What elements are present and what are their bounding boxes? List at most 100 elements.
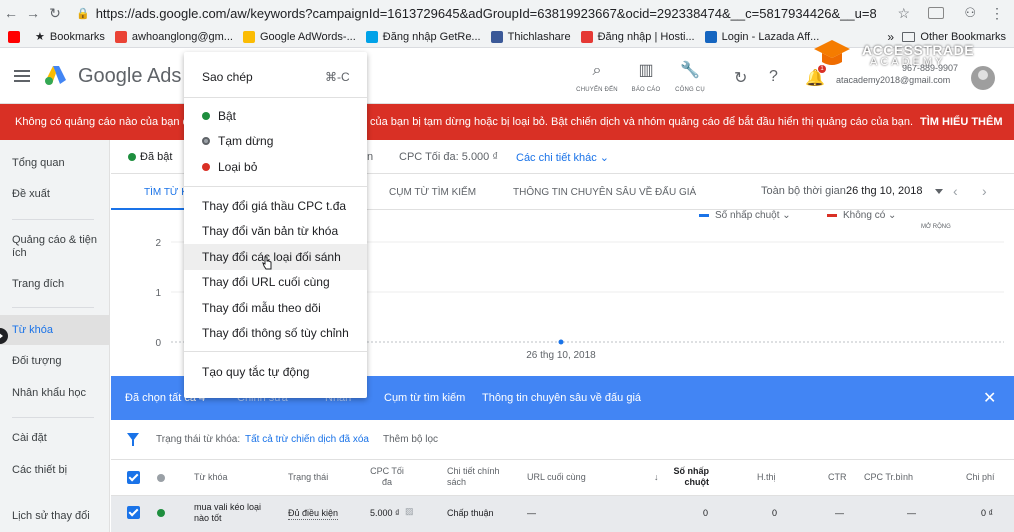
legend-none[interactable]: Không có ⌄ — [827, 210, 896, 221]
data-point[interactable] — [558, 339, 564, 345]
back-icon[interactable]: ← — [0, 5, 22, 21]
sidebar-item-keywords[interactable]: Từ khóa — [0, 315, 110, 345]
refresh-icon[interactable]: ↻ — [734, 68, 747, 88]
bookmark-label: Bookmarks — [49, 30, 105, 43]
bookmark-hosting[interactable]: Đăng nhập | Hosti... — [580, 30, 695, 43]
lock-icon: 🔒 — [76, 7, 90, 20]
menu-divider — [184, 186, 367, 187]
goto-label: CHUYỂN ĐẾN — [576, 87, 618, 93]
bulk-edit-menu: Sao chép ⌘-C Bật Tạm dừng Loại bỏ Thay đ… — [184, 52, 367, 398]
menu-remove[interactable]: Loại bỏ — [218, 160, 257, 174]
sidebar-item-overview[interactable]: Tổng quan — [12, 157, 104, 170]
learn-more-button[interactable]: TÌM HIỂU THÊM — [920, 116, 1003, 128]
status-dot-enabled[interactable] — [157, 509, 165, 517]
bookmark-gmail[interactable]: awhoanglong@gm... — [114, 30, 233, 43]
google-ads-logo — [45, 66, 66, 85]
sidebar-item-ads-extensions[interactable]: Quảng cáo & tiện ích — [12, 234, 104, 260]
col-max-cpc[interactable]: CPC Tối đa — [367, 466, 407, 488]
add-filter-button[interactable]: Thêm bộ lọc — [383, 434, 438, 445]
col-impressions[interactable]: H.thị — [757, 472, 776, 483]
extension-icon-2[interactable]: ⚇ — [964, 5, 976, 21]
address-bar[interactable]: https://ads.google.com/aw/keywords?campa… — [96, 6, 876, 21]
auction-insights-button[interactable]: Thông tin chuyên sâu về đấu giá — [482, 392, 641, 404]
tab-keywords[interactable]: TÌM TỪ K — [144, 187, 188, 198]
goto-button[interactable]: ⌕ CHUYỂN ĐẾN — [576, 62, 618, 94]
sidebar-item-audiences[interactable]: Đối tượng — [12, 355, 104, 368]
menu-create-automated-rule[interactable]: Tạo quy tắc tự động — [202, 365, 309, 379]
chevron-right-icon[interactable]: › — [982, 183, 987, 199]
caret-down-icon[interactable] — [935, 189, 943, 194]
reports-button[interactable]: ▥ BÁO CÁO — [625, 62, 667, 94]
bookmark-folder[interactable]: ★ Bookmarks — [35, 30, 105, 44]
sidebar-item-demographics[interactable]: Nhân khẩu học — [12, 387, 104, 400]
col-policy[interactable]: Chi tiết chính sách — [447, 466, 509, 488]
filter-icon[interactable] — [127, 433, 139, 446]
alert-text-left: Không có quảng cáo nào của bạn đa — [15, 116, 195, 128]
menu-change-max-cpc[interactable]: Thay đổi giá thầu CPC t.đa — [202, 199, 346, 213]
chevron-left-icon[interactable]: ‹ — [953, 183, 958, 199]
help-icon[interactable]: ? — [769, 68, 778, 86]
menu-copy[interactable]: Sao chép — [202, 70, 253, 84]
search-terms-button[interactable]: Cụm từ tìm kiếm — [384, 392, 465, 404]
sidebar-item-settings[interactable]: Cài đặt — [12, 432, 104, 445]
extension-icon[interactable] — [928, 7, 944, 19]
reload-icon[interactable]: ↻ — [44, 5, 66, 22]
col-clicks[interactable]: Số nhấp chuột — [667, 466, 710, 488]
sidebar-item-landing-pages[interactable]: Trang đích — [12, 278, 104, 291]
bookmark-thichlashare[interactable]: Thichlashare — [490, 30, 571, 43]
account-email: atacademy2018@gmail.com — [836, 75, 951, 85]
menu-icon[interactable] — [14, 70, 30, 82]
legend-swatch — [827, 213, 837, 217]
col-final-url[interactable]: URL cuối cùng — [527, 472, 586, 483]
cell-avg-cpc: — — [907, 508, 916, 518]
table-row[interactable]: mua vali kéo loại nào tốt Đủ điều kiện 5… — [111, 496, 1014, 532]
tab-auction-insights[interactable]: THÔNG TIN CHUYÊN SÂU VỀ ĐẤU GIÁ — [513, 187, 696, 198]
sidebar-item-change-history[interactable]: Lịch sử thay đổi — [12, 510, 104, 523]
copy-shortcut: ⌘-C — [325, 70, 350, 84]
sidebar-item-devices[interactable]: Các thiết bị — [12, 464, 104, 477]
cell-status[interactable]: Đủ điều kiện — [288, 508, 339, 520]
star-icon[interactable]: ☆ — [897, 5, 910, 22]
bookmark-getresponse[interactable]: Đăng nhập GetRe... — [365, 30, 481, 43]
menu-pause[interactable]: Tạm dừng — [218, 134, 273, 148]
filter-value[interactable]: Tất cả trừ chiến dịch đã xóa — [245, 434, 369, 445]
col-keyword[interactable]: Từ khóa — [194, 472, 228, 483]
tools-button[interactable]: 🔧 CÔNG CỤ — [669, 62, 711, 94]
menu-enable[interactable]: Bật — [218, 109, 236, 123]
chart-mini-icon[interactable]: ▨ — [405, 506, 414, 517]
col-status[interactable]: Trạng thái — [288, 472, 328, 483]
legend-clicks[interactable]: Số nhấp chuột ⌄ — [699, 210, 791, 221]
table-header: Từ khóa Trạng thái CPC Tối đa Chi tiết c… — [111, 460, 1014, 496]
cell-clicks: 0 — [703, 508, 709, 518]
col-cost[interactable]: Chi phí — [966, 472, 995, 483]
bookmark-label: Thichlashare — [507, 30, 571, 43]
cell-max-cpc[interactable]: 5.000 ₫ — [370, 508, 400, 519]
browser-menu-icon[interactable]: ⋮ — [990, 5, 1004, 22]
enabled-dot-icon — [202, 112, 210, 120]
col-avg-cpc[interactable]: CPC Tr.bình — [864, 472, 913, 483]
sidebar-item-recommendations[interactable]: Đề xuất — [12, 188, 104, 201]
menu-change-custom-params[interactable]: Thay đổi thông số tùy chỉnh — [202, 326, 349, 340]
bookmark-adwords[interactable]: Google AdWords-... — [242, 30, 356, 43]
date-range-value[interactable]: 26 thg 10, 2018 — [846, 185, 922, 197]
bookmark-lazada[interactable]: Login - Lazada Aff... — [704, 30, 819, 43]
cell-keyword[interactable]: mua vali kéo loại nào tốt — [194, 502, 264, 524]
menu-change-tracking-template[interactable]: Thay đổi mẫu theo dõi — [202, 301, 321, 315]
pause-icon — [202, 137, 210, 145]
select-all-checkbox[interactable] — [127, 471, 140, 484]
hand-cursor-icon — [262, 256, 272, 270]
sidebar-divider — [12, 417, 94, 418]
status-value[interactable]: Đã bật — [140, 151, 172, 163]
menu-change-keyword-text[interactable]: Thay đổi văn bản từ khóa — [202, 224, 338, 238]
more-details-link[interactable]: Các chi tiết khác ⌄ — [516, 151, 609, 164]
tab-search-terms[interactable]: CỤM TỪ TÌM KIẾM — [389, 187, 476, 198]
expand-chart-button[interactable]: MỞ RỘNG — [921, 224, 951, 230]
menu-change-final-url[interactable]: Thay đổi URL cuối cùng — [202, 275, 330, 289]
col-ctr[interactable]: CTR — [828, 472, 847, 483]
sidebar-divider — [12, 219, 94, 220]
forward-icon[interactable]: → — [22, 5, 44, 21]
row-checkbox[interactable] — [127, 506, 140, 519]
alert-text-right: của bạn bị tạm dừng hoặc bị loại bỏ. Bật… — [370, 116, 914, 128]
close-icon[interactable]: ✕ — [983, 388, 996, 408]
bookmark-youtube[interactable] — [8, 30, 25, 43]
